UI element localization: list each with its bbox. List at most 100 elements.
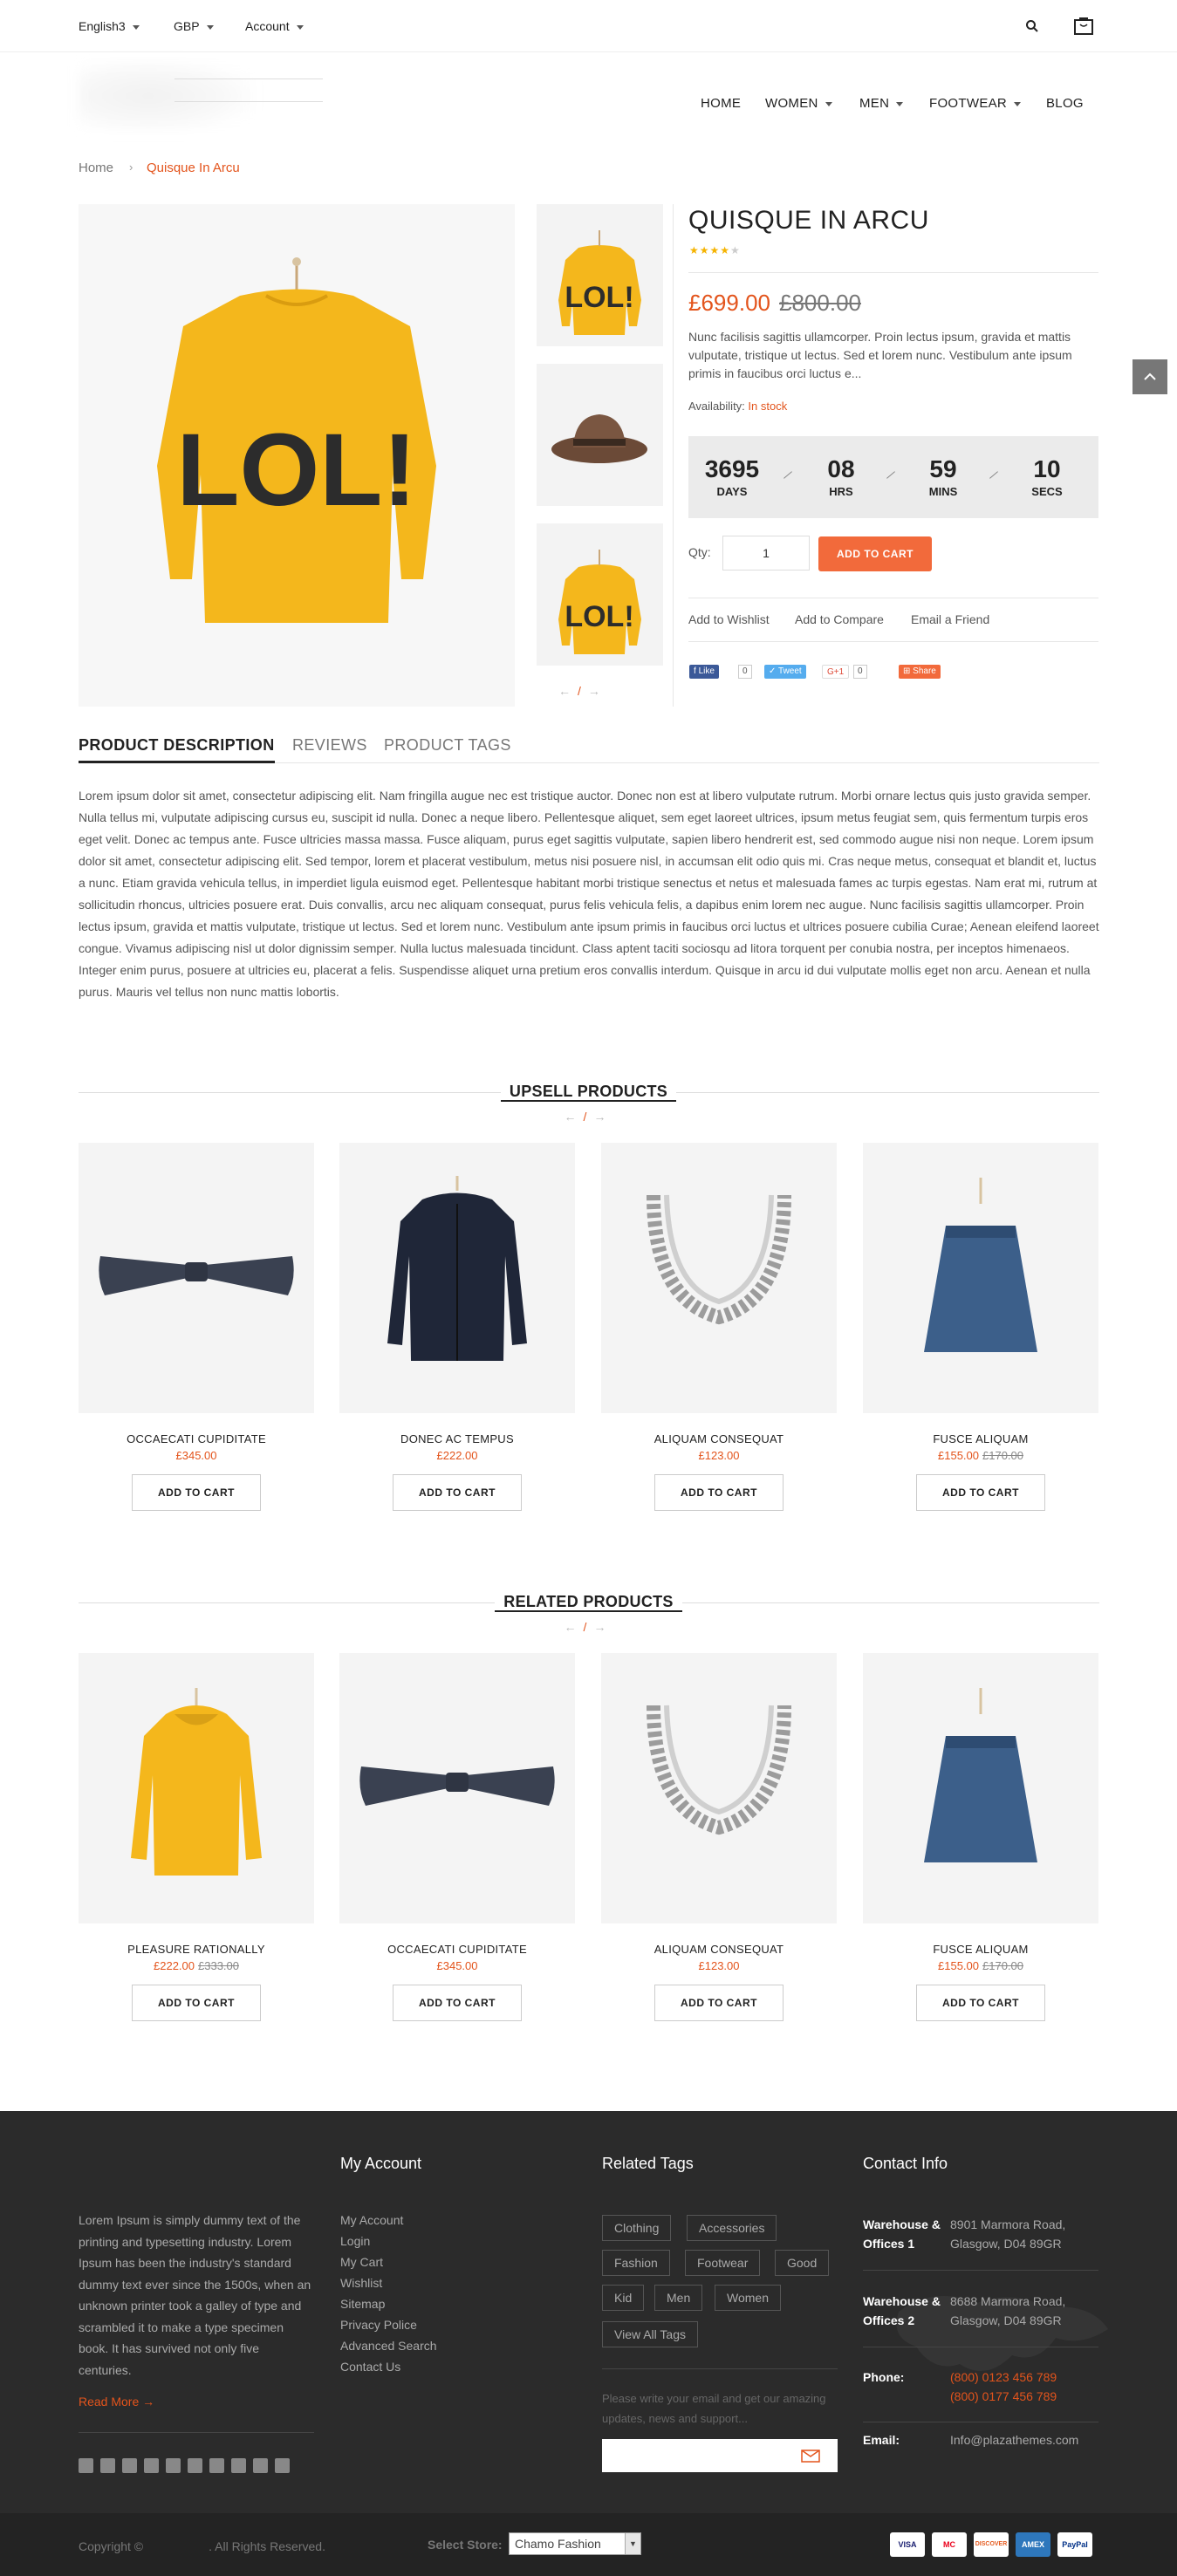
add-to-cart-button[interactable]: ADD TO CART [393, 1474, 522, 1511]
product-name[interactable]: OCCAECATI CUPIDITATE [79, 1432, 314, 1445]
nav-blog[interactable]: BLOG [1046, 96, 1084, 111]
add-to-cart-button[interactable]: ADD TO CART [916, 1985, 1045, 2021]
product-image[interactable] [339, 1653, 575, 1923]
qty-input[interactable] [722, 536, 810, 571]
product-image[interactable] [79, 1143, 314, 1413]
nav-footwear[interactable]: FOOTWEAR [929, 96, 1022, 111]
tag-clothing[interactable]: Clothing [602, 2215, 672, 2241]
necklace-image [647, 1194, 791, 1325]
tab-product-description[interactable]: PRODUCT DESCRIPTION [79, 736, 275, 755]
tag-footwear[interactable]: Footwear [685, 2250, 761, 2276]
product-name[interactable]: OCCAECATI CUPIDITATE [339, 1943, 575, 1956]
mail-icon[interactable] [801, 2450, 820, 2463]
product-image[interactable] [601, 1143, 837, 1413]
nav-home[interactable]: HOME [701, 96, 741, 111]
nav-footwear-label: FOOTWEAR [929, 96, 1008, 111]
logo[interactable] [79, 61, 253, 131]
footer-link-wishlist[interactable]: Wishlist [340, 2276, 382, 2290]
product-image[interactable] [601, 1653, 837, 1923]
behance-icon[interactable] [253, 2458, 268, 2473]
email-friend-link[interactable]: Email a Friend [911, 612, 989, 626]
google-plus-button[interactable]: G+1 [822, 665, 850, 679]
language-select[interactable]: English3 [79, 19, 140, 33]
breadcrumb-home[interactable]: Home [79, 161, 113, 175]
product-name[interactable]: DONEC AC TEMPUS [339, 1432, 575, 1445]
footer-link-advanced-search[interactable]: Advanced Search [340, 2339, 437, 2353]
thumbnail-nav[interactable]: ←/→ [558, 684, 607, 698]
tag-accessories[interactable]: Accessories [687, 2215, 777, 2241]
product-image[interactable] [863, 1143, 1098, 1413]
timer-mins-label: MINS [928, 485, 958, 498]
arrow-left-icon[interactable]: ← [565, 1620, 584, 1634]
product-name[interactable]: ALIQUAM CONSEQUAT [601, 1943, 837, 1956]
cart-icon[interactable] [1073, 16, 1094, 37]
product-image[interactable] [79, 1653, 314, 1923]
add-to-cart-button[interactable]: ADD TO CART [132, 1985, 261, 2021]
product-name[interactable]: ALIQUAM CONSEQUAT [601, 1432, 837, 1445]
raincoat-image [131, 1688, 262, 1876]
footer-link-contact[interactable]: Contact Us [340, 2360, 400, 2374]
product-name[interactable]: PLEASURE RATIONALLY [79, 1943, 314, 1956]
contact-value-phone[interactable]: (800) 0123 456 789 (800) 0177 456 789 [950, 2368, 1081, 2406]
facebook-icon[interactable] [79, 2458, 93, 2473]
product-image[interactable] [339, 1143, 575, 1413]
add-to-cart-button[interactable]: ADD TO CART [654, 1985, 784, 2021]
arrow-right-icon[interactable]: → [593, 1110, 612, 1124]
footer-link-my-account[interactable]: My Account [340, 2213, 403, 2227]
footer-link-privacy[interactable]: Privacy Police [340, 2318, 417, 2332]
arrow-right-icon[interactable]: → [588, 684, 607, 698]
contact-value-email[interactable]: Info@plazathemes.com [950, 2430, 1078, 2450]
tab-reviews[interactable]: REVIEWS [292, 736, 367, 755]
thumbnail-hat[interactable] [537, 364, 663, 506]
facebook-like-button[interactable]: f Like [689, 665, 719, 679]
footer-link-login[interactable]: Login [340, 2234, 370, 2248]
nav-men[interactable]: MEN [859, 96, 904, 111]
tag-women[interactable]: Women [715, 2285, 781, 2311]
vimeo-icon[interactable] [275, 2458, 290, 2473]
search-icon[interactable] [1025, 19, 1039, 33]
tab-product-tags[interactable]: PRODUCT TAGS [384, 736, 511, 755]
footer-link-sitemap[interactable]: Sitemap [340, 2297, 385, 2311]
related-nav[interactable]: ←/→ [0, 1620, 1177, 1634]
tag-fashion[interactable]: Fashion [602, 2250, 670, 2276]
instagram-icon[interactable] [122, 2458, 137, 2473]
thumbnail-sweater-1[interactable]: LOL! [537, 204, 663, 346]
add-to-cart-button[interactable]: ADD TO CART [132, 1474, 261, 1511]
tag-good[interactable]: Good [775, 2250, 830, 2276]
read-more-link[interactable]: Read More → [79, 2395, 154, 2409]
tag-men[interactable]: Men [654, 2285, 703, 2311]
tag-view-all[interactable]: View All Tags [602, 2321, 698, 2347]
footer-link-my-cart[interactable]: My Cart [340, 2255, 383, 2269]
product-name[interactable]: FUSCE ALIQUAM [863, 1943, 1098, 1956]
add-to-cart-button[interactable]: ADD TO CART [654, 1474, 784, 1511]
product-image[interactable] [863, 1653, 1098, 1923]
tumblr-icon[interactable] [231, 2458, 246, 2473]
arrow-right-icon[interactable]: → [593, 1620, 612, 1634]
twitter-icon[interactable] [100, 2458, 115, 2473]
share-button[interactable]: ⊞ Share [899, 665, 941, 679]
add-to-compare-link[interactable]: Add to Compare [795, 612, 884, 626]
add-to-cart-button[interactable]: ADD TO CART [818, 536, 932, 571]
product-price: £345.00 [79, 1449, 314, 1462]
store-select[interactable]: Chamo Fashion ▼ [509, 2532, 641, 2555]
account-menu[interactable]: Account [245, 19, 304, 33]
youtube-icon[interactable] [166, 2458, 181, 2473]
linkedin-icon[interactable] [144, 2458, 159, 2473]
currency-select[interactable]: GBP [174, 19, 214, 33]
arrow-left-icon[interactable]: ← [558, 684, 578, 698]
tag-kid[interactable]: Kid [602, 2285, 645, 2311]
pinterest-icon[interactable] [188, 2458, 202, 2473]
sweater-image: LOL! [157, 257, 436, 623]
scroll-top-button[interactable] [1133, 359, 1167, 394]
product-name[interactable]: FUSCE ALIQUAM [863, 1432, 1098, 1445]
main-product-image[interactable]: LOL! [79, 204, 515, 707]
tweet-button[interactable]: ✓ Tweet [764, 665, 806, 679]
nav-women[interactable]: WOMEN [765, 96, 832, 111]
add-to-cart-button[interactable]: ADD TO CART [916, 1474, 1045, 1511]
flickr-icon[interactable] [209, 2458, 224, 2473]
upsell-nav[interactable]: ←/→ [0, 1110, 1177, 1124]
arrow-left-icon[interactable]: ← [565, 1110, 584, 1124]
thumbnail-sweater-2[interactable]: LOL! [537, 523, 663, 666]
add-to-cart-button[interactable]: ADD TO CART [393, 1985, 522, 2021]
add-to-wishlist-link[interactable]: Add to Wishlist [688, 612, 770, 626]
